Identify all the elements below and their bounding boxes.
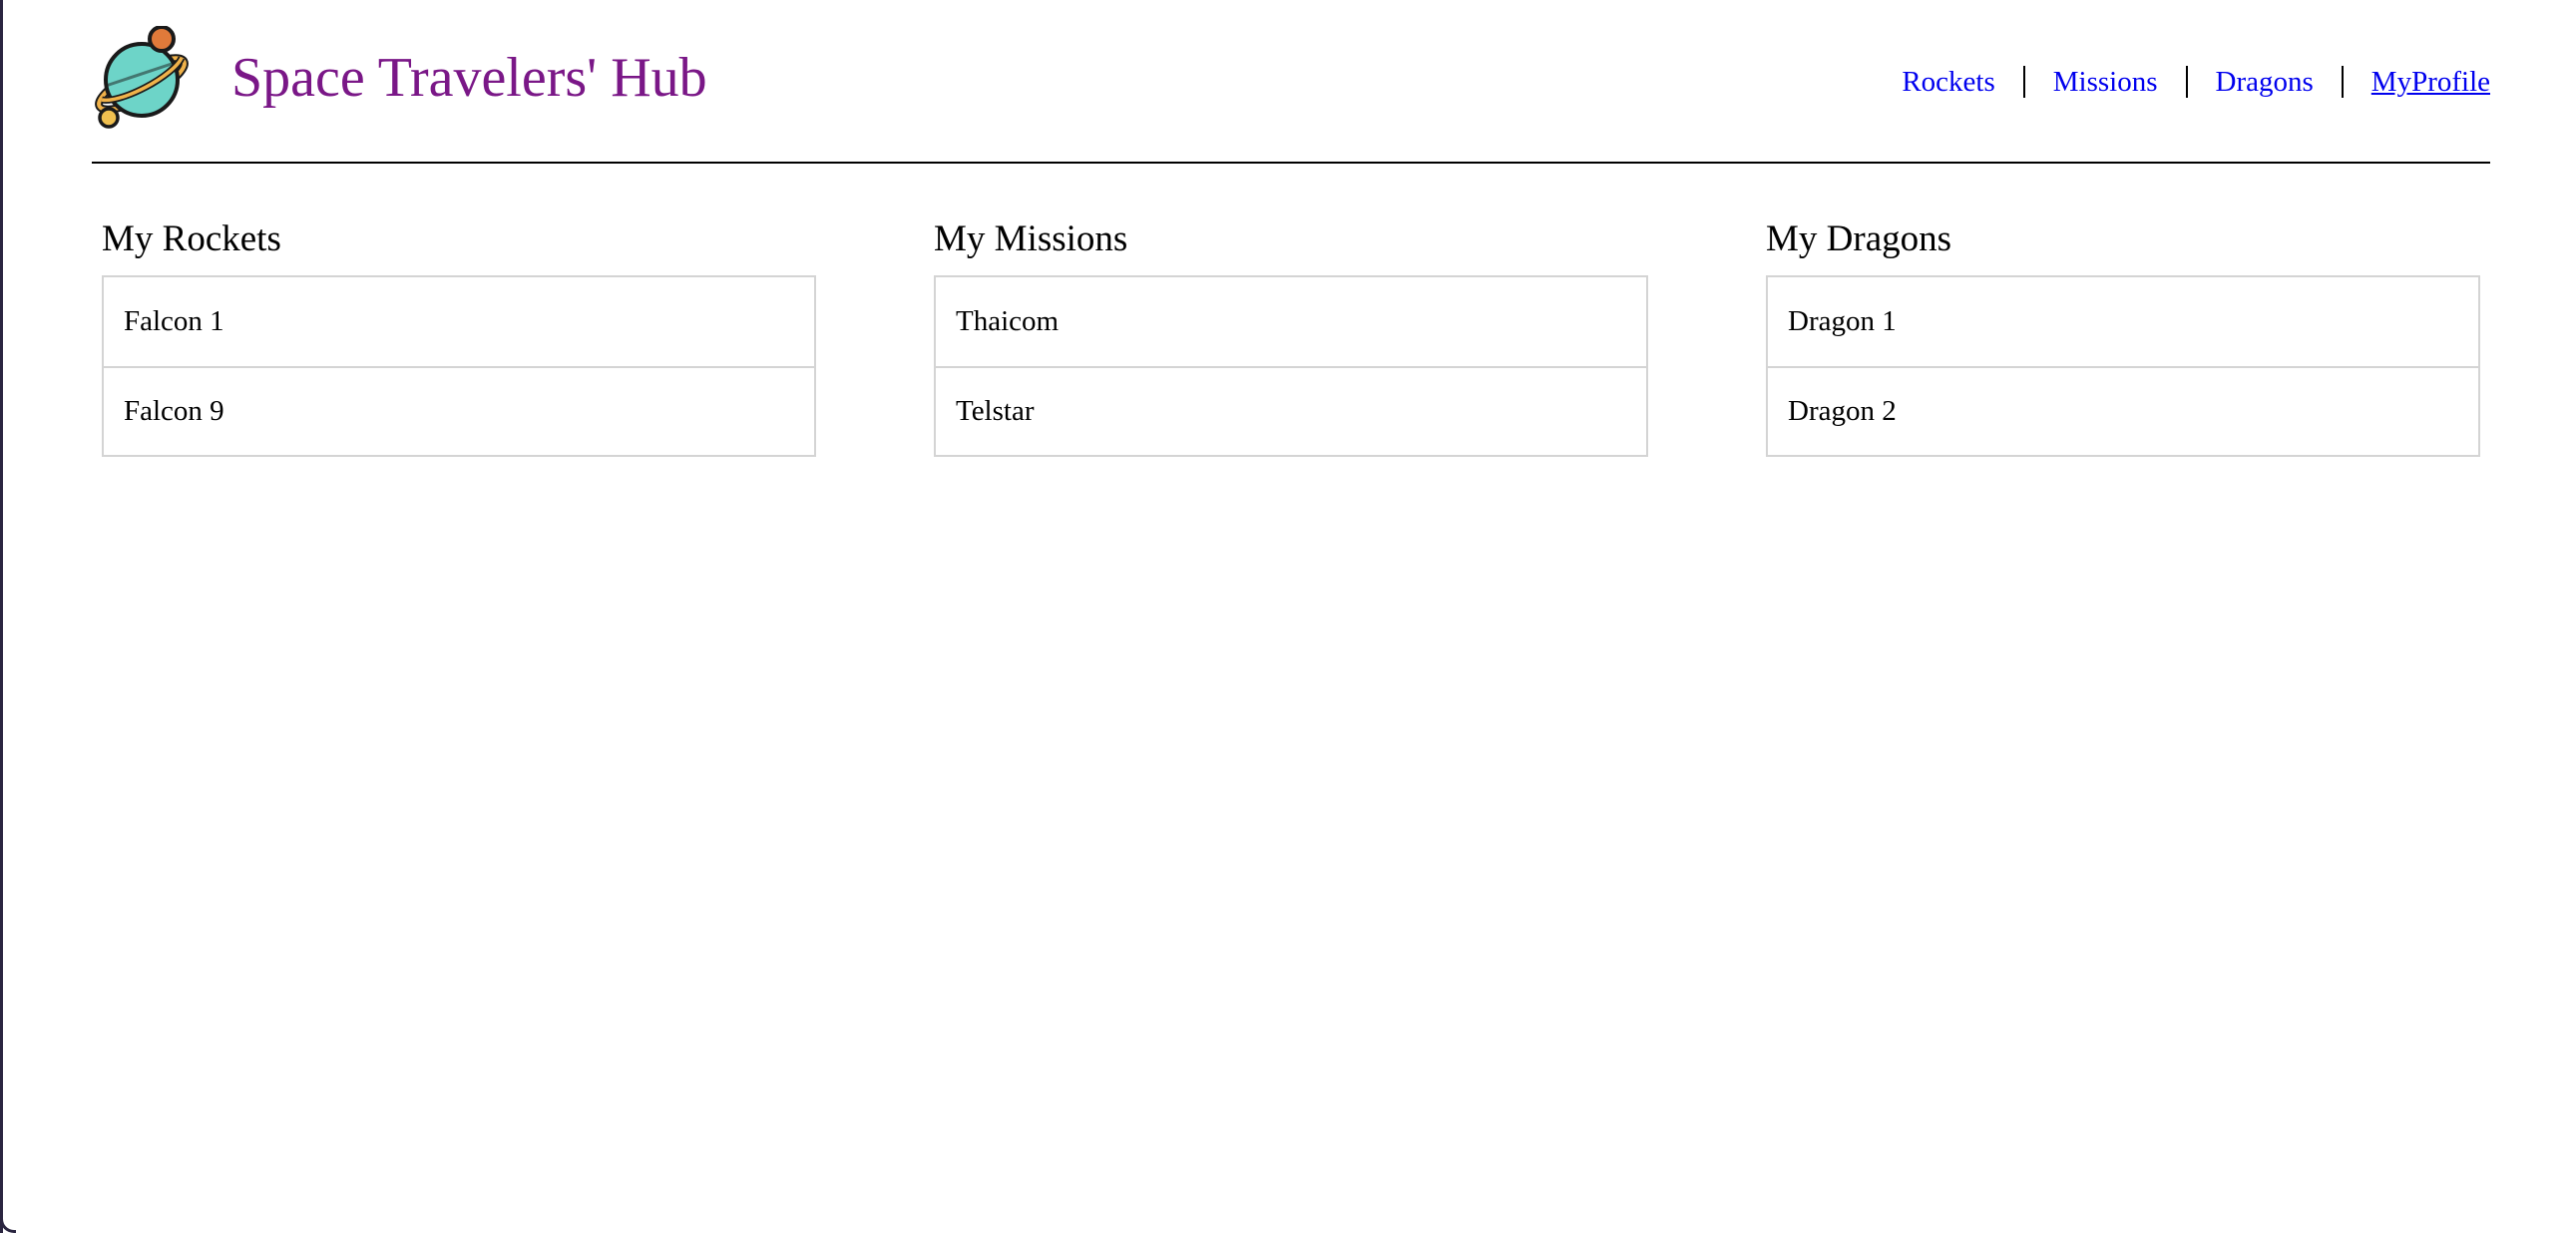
nav-divider [2341, 66, 2344, 98]
list-item: Falcon 9 [104, 366, 814, 455]
nav-link-myprofile[interactable]: MyProfile [2371, 64, 2490, 100]
main-nav: Rockets Missions Dragons MyProfile [1902, 64, 2490, 100]
list-item: Telstar [936, 366, 1646, 455]
nav-divider [2022, 66, 2025, 98]
nav-divider [2185, 66, 2188, 98]
my-dragons-section: My Dragons Dragon 1 Dragon 2 [1766, 217, 2480, 457]
list-item: Thaicom [956, 305, 1060, 337]
window-edge [0, 0, 3, 1233]
site-header: Space Travelers' Hub Rockets Missions Dr… [92, 0, 2490, 164]
dragons-list: Dragon 1 Dragon 2 [1766, 275, 2480, 457]
section-heading: My Missions [934, 218, 1128, 259]
missions-list: Thaicom Telstar [934, 275, 1648, 457]
profile-columns: My Rockets Falcon 1 Falcon 9 My Missions… [102, 217, 2480, 457]
brand[interactable]: Space Travelers' Hub [92, 26, 707, 130]
list-item: Dragon 2 [1768, 366, 2478, 455]
rockets-list: Falcon 1 Falcon 9 [102, 275, 816, 457]
section-heading: My Rockets [102, 218, 281, 259]
nav-link-dragons[interactable]: Dragons [2216, 64, 2314, 100]
nav-link-rockets[interactable]: Rockets [1902, 64, 1994, 100]
site-title: Space Travelers' Hub [231, 47, 707, 109]
my-rockets-section: My Rockets Falcon 1 Falcon 9 [102, 217, 816, 457]
planet-icon [95, 26, 189, 129]
nav-link-missions[interactable]: Missions [2053, 64, 2158, 100]
list-item: Dragon 1 [1788, 305, 1897, 337]
list-item: Falcon 1 [124, 305, 224, 337]
my-missions-section: My Missions Thaicom Telstar [934, 217, 1648, 457]
section-heading: My Dragons [1766, 218, 1952, 259]
